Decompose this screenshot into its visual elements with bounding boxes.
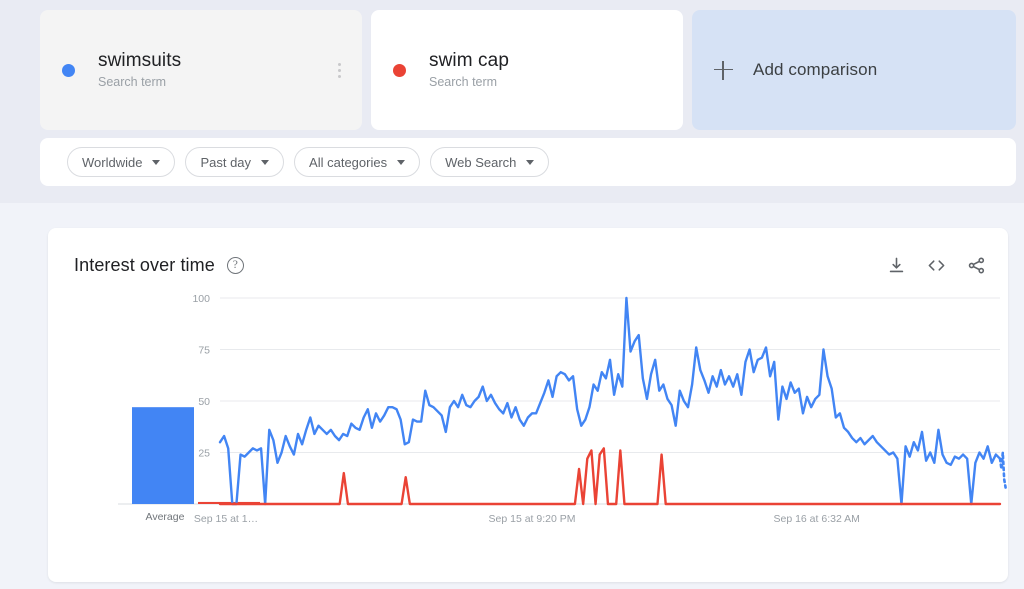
series-line <box>218 447 1002 506</box>
share-icon[interactable] <box>967 256 986 275</box>
search-term-name: swim cap <box>429 49 509 71</box>
chart-plot-area: 100 75 50 25 Average Sep 15 at 1… Sep 15 at 9:… <box>48 280 1008 570</box>
interest-over-time-chart[interactable]: 100 75 50 25 Average Sep 15 at 1… Sep 15 at 9:… <box>48 280 1008 570</box>
chart-actions <box>887 256 986 275</box>
search-term-subtitle: Search term <box>429 74 498 89</box>
more-vert-icon[interactable] <box>332 60 346 80</box>
chevron-down-icon <box>261 159 270 165</box>
average-label: Average <box>146 511 185 523</box>
average-bar <box>132 407 194 504</box>
series-color-dot-swim-cap <box>393 63 406 77</box>
x-axis-tick: Sep 15 at 1… <box>194 513 258 525</box>
search-term-card-1[interactable]: swimsuits Search term <box>40 10 362 130</box>
search-term-name: swimsuits <box>98 49 182 71</box>
filter-time-range-label: Past day <box>200 154 252 170</box>
series-color-dot-swimsuits <box>62 63 75 77</box>
y-axis-tick: 50 <box>198 396 210 408</box>
x-axis-tick: Sep 16 at 6:32 AM <box>773 513 859 525</box>
filter-category[interactable]: All categories <box>294 147 421 177</box>
chevron-down-icon <box>397 159 406 165</box>
filter-bar: Worldwide Past day All categories Web Se… <box>40 138 1016 186</box>
filter-location[interactable]: Worldwide <box>67 147 176 177</box>
filter-search-type[interactable]: Web Search <box>430 147 550 177</box>
series-line-partial <box>998 452 1007 489</box>
search-term-card-2[interactable]: swim cap Search term <box>371 10 683 130</box>
y-axis-tick: 75 <box>198 345 210 357</box>
download-icon[interactable] <box>887 256 906 275</box>
interest-over-time-card: Interest over time ? 100 75 50 25 Average Sep… <box>48 228 1008 582</box>
filter-search-type-label: Web Search <box>445 154 517 170</box>
filter-location-label: Worldwide <box>82 154 143 170</box>
page-title: Interest over time <box>74 254 215 275</box>
chart-header: Interest over time ? <box>74 250 986 280</box>
x-axis-tick: Sep 15 at 9:20 PM <box>489 513 576 525</box>
search-term-subtitle: Search term <box>98 74 167 89</box>
help-circle-icon[interactable]: ? <box>226 256 244 274</box>
add-comparison-button[interactable]: Add comparison <box>692 10 1016 130</box>
chevron-down-icon <box>526 159 535 165</box>
y-axis-tick: 25 <box>198 448 210 460</box>
search-terms-row: swimsuits Search term swim cap Search te… <box>40 10 1016 130</box>
embed-code-icon[interactable] <box>926 256 947 275</box>
filter-category-label: All categories <box>309 154 388 170</box>
add-comparison-label: Add comparison <box>753 60 878 79</box>
plus-icon <box>714 60 733 80</box>
y-axis-tick: 100 <box>192 293 210 305</box>
chevron-down-icon <box>152 159 161 165</box>
filter-time-range[interactable]: Past day <box>185 147 285 177</box>
